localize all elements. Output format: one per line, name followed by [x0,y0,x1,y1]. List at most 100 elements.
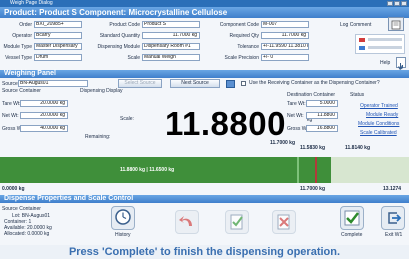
dest-max-weight: 11.8140 kg [345,145,371,151]
dispense-properties-title: Dispense Properties and Scale Control [4,195,134,202]
source-field[interactable]: BN-Augus01 [18,80,88,87]
tolerance-marker-low [297,157,299,183]
exit-label: Exit W1 [385,232,403,238]
vessel-type-label: Vessel Type [5,55,32,61]
close-button[interactable] [401,1,407,6]
reject-button[interactable] [272,210,296,234]
dispensing-module-label: Dispensing Module [97,44,140,50]
component-code-field[interactable]: M-007 [261,21,309,28]
module-type-field[interactable]: Master Dispensary [34,43,82,50]
dispense-source-container-label: Source Container [2,206,41,212]
dest-net-field[interactable]: 11.8800 [306,112,338,119]
tare-label: Tare Wt: [2,101,21,107]
select-source-label: Select Source [124,80,156,86]
legend-panel [355,34,405,54]
operator-label: Operator [12,33,32,39]
dispense-progress-bar: 11.8800 kg | 11.6500 kg [0,157,409,183]
legend-swatch-blue [359,46,365,50]
weigh-window: Weigh Page Dialog Product: Product S Com… [0,0,409,259]
product-code-field[interactable]: Product S [142,21,200,28]
order-field[interactable]: BXI_20985+ [34,21,82,28]
net-label: Net Wt: [2,113,19,119]
vessel-type-field[interactable]: Drum [34,54,82,61]
complete-button[interactable] [340,206,364,230]
tare-field[interactable]: 20.0000 kg [20,100,68,107]
history-label: History [115,232,131,238]
reject-icon [277,214,290,230]
history-icon [115,209,131,225]
history-button[interactable] [111,206,135,230]
product-header-title: Product: Product S Component: Microcryst… [4,8,228,17]
minimize-button[interactable] [387,1,393,6]
required-qty-label: Required Qty [229,33,259,39]
next-source-button[interactable]: Next Source [170,79,220,88]
product-code-label: Product Code [109,22,140,28]
window-titlebar: Weigh Page Dialog [0,0,409,7]
product-header: Product: Product S Component: Microcryst… [0,7,409,18]
exit-icon [388,212,402,224]
dispensing-module-field[interactable]: Dispensary Room #1 [142,43,200,50]
dest-tare-label: Tare Wt: [287,101,306,107]
dispense-properties-header: Dispense Properties and Scale Control [0,195,409,203]
next-source-label: Next Source [181,80,209,86]
complete-icon [344,210,360,226]
source-label: Source: [2,81,20,87]
window-title: Weigh Page Dialog [10,0,53,6]
approve-button[interactable] [225,210,249,234]
status-link-module-conditions[interactable]: Module Conditions [358,121,399,127]
weighing-panel-header: Weighing Panel [0,70,409,78]
maximize-button[interactable] [394,1,400,6]
select-source-button[interactable]: Select Source [118,79,162,88]
dest-net-label: Net Wt: [287,113,304,119]
standard-qty-label: Standard Quantity [99,33,140,39]
scale-label: Scale [127,55,140,61]
module-type-label: Module Type [3,44,32,50]
use-receiving-label: Use the Receiving Container as the Dispe… [249,80,380,86]
window-controls [387,1,407,6]
status-label: Status [350,92,365,98]
weighing-panel-title: Weighing Panel [4,70,56,77]
status-link-operator-trained[interactable]: Operator Trained [360,103,398,109]
legend-swatch-red [359,38,365,42]
under-reading: 11.7000 kg [270,140,296,146]
standard-qty-field[interactable]: 11.7000 kg [142,32,200,39]
report-icon[interactable] [226,80,235,88]
exit-button[interactable] [381,206,405,230]
component-code-label: Component Code [219,22,259,28]
required-qty-field[interactable]: 11.7000 kg [261,32,309,39]
dispensing-display-label: Dispensing Display [80,88,123,94]
tolerance-marker-high [315,157,317,183]
gross-field[interactable]: 40.0000 kg [20,125,68,132]
use-receiving-checkbox[interactable] [241,81,246,86]
order-label: Order [19,22,32,28]
axis-mid-label: 11.7000 kg [300,186,326,192]
remaining-word: Remaining: [85,134,111,140]
source-container-label: Source Container [2,88,41,94]
scale-precision-field[interactable]: +/- 0 [261,54,309,61]
log-comment-label: Log Comment [340,22,372,28]
undo-button[interactable] [175,210,199,234]
completion-prompt: Press 'Complete' to finish the dispensin… [0,245,409,259]
net-field[interactable]: 20.0000 kg [20,112,68,119]
complete-label: Complete [341,232,363,238]
dest-tare-field[interactable]: 5.0000 [306,100,338,107]
help-label: Help [380,60,391,66]
progress-text: 11.8800 kg | 11.6500 kg [120,167,175,173]
legend-line [368,46,402,49]
tolerance-label: Tolerance [237,44,259,50]
axis-right-label: 13.1274 [383,186,402,192]
status-link-scale-calibrated[interactable]: Scale Calibrated [360,130,397,136]
dest-gross-field[interactable]: 16.8800 [306,125,338,132]
operator-field[interactable]: Bcarry [34,32,82,39]
dest-min-weight: 11.5830 kg [300,145,326,151]
undo-icon [179,216,192,226]
status-link-module-ready[interactable]: Module Ready [366,112,398,118]
axis-left-label: 0.0000 kg [2,186,25,192]
scale-field[interactable]: Manual Weigh [142,54,200,61]
help-icon[interactable] [396,57,406,70]
log-comment-icon[interactable] [388,17,404,31]
tolerance-field[interactable]: +/-11.9590 11.3810 kg [261,43,309,50]
scale-word: Scale: [120,116,134,122]
checklist-icon [230,214,243,230]
scale-precision-label: Scale Precision [224,55,259,61]
